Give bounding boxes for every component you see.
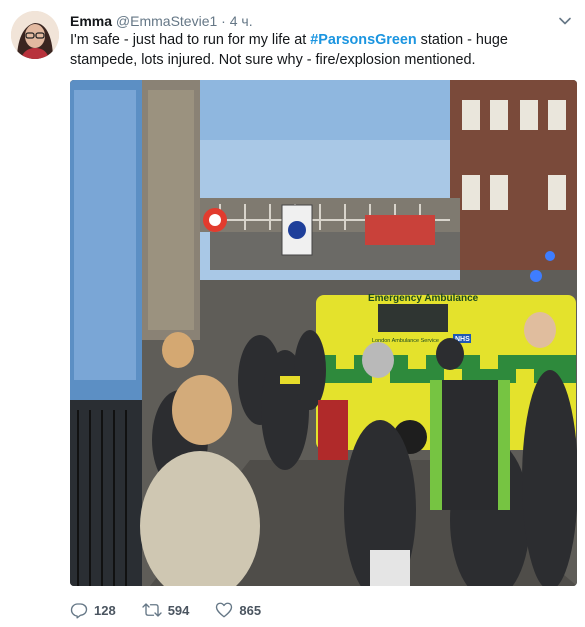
reply-button[interactable]: 128 [70, 601, 116, 619]
retweet-icon [142, 603, 162, 617]
like-count: 865 [239, 602, 262, 618]
ambulance-label: Emergency Ambulance [368, 293, 479, 304]
tweet-actions: 128 594 865 [70, 600, 287, 620]
heart-icon [216, 602, 233, 618]
separator-dot: · [221, 13, 226, 29]
author-name[interactable]: Emma [70, 13, 112, 29]
tweet-text: I'm safe - just had to run for my life a… [70, 30, 570, 70]
reply-icon [70, 603, 88, 619]
avatar[interactable] [11, 11, 59, 59]
timestamp[interactable]: 4 ч. [230, 13, 253, 29]
retweet-count: 594 [167, 602, 190, 618]
tweet-photo[interactable]: Emergency Ambulance London Ambulance Ser… [70, 80, 577, 586]
reply-count: 128 [94, 602, 116, 618]
station-scene-photo: Emergency Ambulance London Ambulance Ser… [70, 80, 577, 586]
chevron-down-icon[interactable] [557, 13, 573, 29]
hashtag-link[interactable]: #ParsonsGreen [310, 32, 416, 48]
like-button[interactable]: 865 [215, 601, 261, 619]
tweet-text-before: I'm safe - just had to run for my life a… [70, 32, 311, 48]
author-handle[interactable]: @EmmaStevie1 [116, 13, 217, 29]
retweet-button[interactable]: 594 [142, 601, 190, 619]
tweet-header: Emma @EmmaStevie1 · 4 ч. [70, 11, 569, 31]
avatar-photo [11, 11, 59, 59]
